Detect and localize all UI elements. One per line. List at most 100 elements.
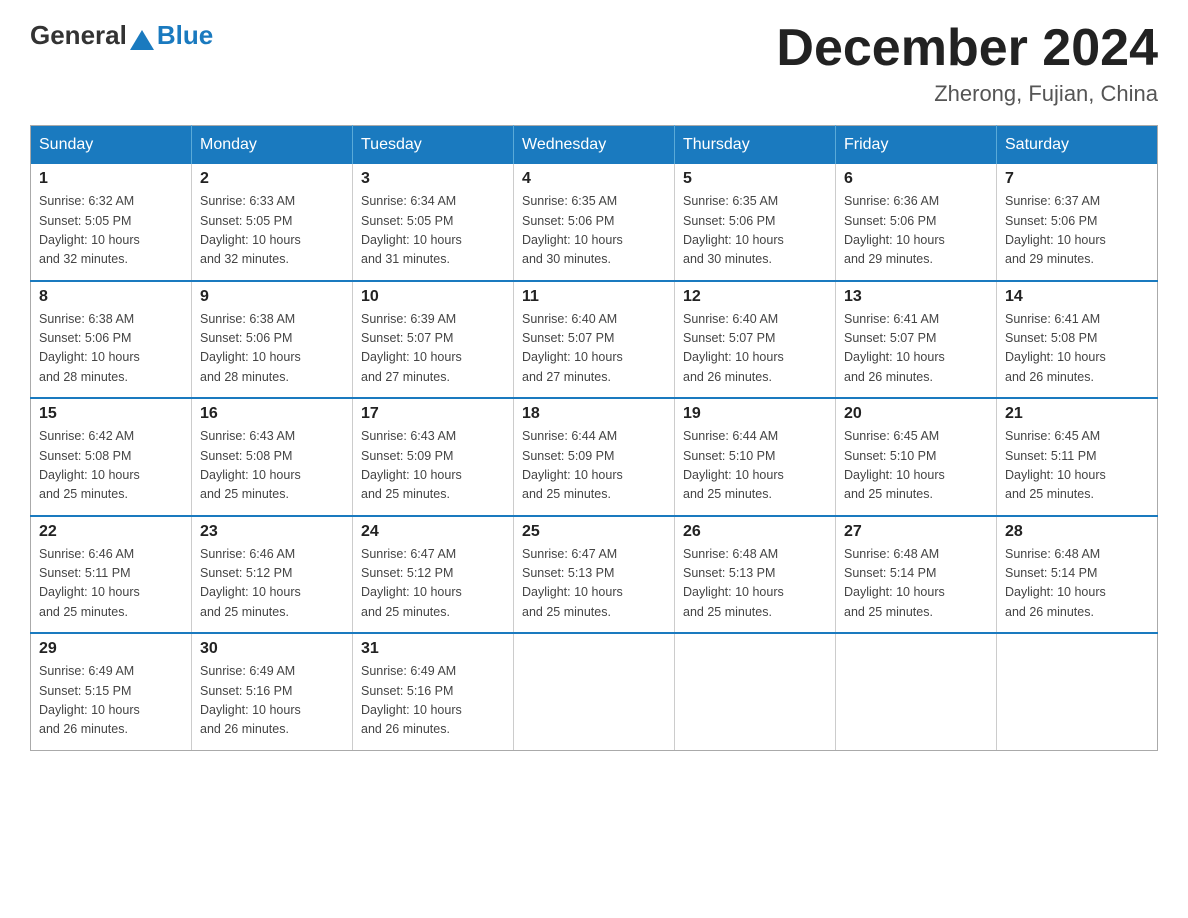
day-number: 19 bbox=[683, 405, 827, 423]
calendar-cell: 4Sunrise: 6:35 AM Sunset: 5:06 PM Daylig… bbox=[514, 164, 675, 281]
day-number: 14 bbox=[1005, 288, 1149, 306]
day-number: 17 bbox=[361, 405, 505, 423]
calendar-cell: 29 Sunrise: 6:49 AM Sunset: 5:15 PM Dayli… bbox=[31, 633, 192, 750]
day-info: Sunrise: 6:48 AM Sunset: 5:13 PM Dayligh… bbox=[683, 545, 827, 623]
logo-general: General bbox=[30, 20, 127, 51]
day-info: Sunrise: 6:33 AM Sunset: 5:05 PM Dayligh… bbox=[200, 192, 344, 270]
day-info: Sunrise: 6:32 AM Sunset: 5:05 PM Dayligh… bbox=[39, 192, 183, 270]
calendar-cell: 24Sunrise: 6:47 AM Sunset: 5:12 PM Dayli… bbox=[353, 516, 514, 634]
day-info: Sunrise: 6:41 AM Sunset: 5:07 PM Dayligh… bbox=[844, 310, 988, 388]
day-info: Sunrise: 6:45 AM Sunset: 5:11 PM Dayligh… bbox=[1005, 427, 1149, 505]
calendar-cell bbox=[675, 633, 836, 750]
calendar-cell: 3Sunrise: 6:34 AM Sunset: 5:05 PM Daylig… bbox=[353, 164, 514, 281]
calendar-cell: 6Sunrise: 6:36 AM Sunset: 5:06 PM Daylig… bbox=[836, 164, 997, 281]
calendar-week-row: 8 Sunrise: 6:38 AM Sunset: 5:06 PM Daylig… bbox=[31, 281, 1158, 399]
calendar-cell: 8 Sunrise: 6:38 AM Sunset: 5:06 PM Daylig… bbox=[31, 281, 192, 399]
day-info: Sunrise: 6:49 AM Sunset: 5:15 PM Dayligh… bbox=[39, 662, 183, 740]
day-number: 31 bbox=[361, 640, 505, 658]
day-info: Sunrise: 6:45 AM Sunset: 5:10 PM Dayligh… bbox=[844, 427, 988, 505]
calendar-cell: 1 Sunrise: 6:32 AM Sunset: 5:05 PM Daylig… bbox=[31, 164, 192, 281]
day-info: Sunrise: 6:48 AM Sunset: 5:14 PM Dayligh… bbox=[1005, 545, 1149, 623]
day-number: 3 bbox=[361, 170, 505, 188]
day-number: 12 bbox=[683, 288, 827, 306]
column-header-friday: Friday bbox=[836, 126, 997, 165]
day-info: Sunrise: 6:44 AM Sunset: 5:10 PM Dayligh… bbox=[683, 427, 827, 505]
calendar-cell: 25 Sunrise: 6:47 AM Sunset: 5:13 PM Dayli… bbox=[514, 516, 675, 634]
column-header-sunday: Sunday bbox=[31, 126, 192, 165]
day-number: 30 bbox=[200, 640, 344, 658]
calendar-week-row: 1 Sunrise: 6:32 AM Sunset: 5:05 PM Daylig… bbox=[31, 164, 1158, 281]
calendar-header-row: SundayMondayTuesdayWednesdayThursdayFrid… bbox=[31, 126, 1158, 165]
day-number: 4 bbox=[522, 170, 666, 188]
day-number: 11 bbox=[522, 288, 666, 306]
logo-triangle-icon bbox=[130, 30, 154, 50]
day-info: Sunrise: 6:47 AM Sunset: 5:13 PM Dayligh… bbox=[522, 545, 666, 623]
calendar-cell: 19 Sunrise: 6:44 AM Sunset: 5:10 PM Dayli… bbox=[675, 398, 836, 516]
column-header-saturday: Saturday bbox=[997, 126, 1158, 165]
calendar-cell: 21 Sunrise: 6:45 AM Sunset: 5:11 PM Dayli… bbox=[997, 398, 1158, 516]
day-number: 24 bbox=[361, 523, 505, 541]
day-info: Sunrise: 6:38 AM Sunset: 5:06 PM Dayligh… bbox=[39, 310, 183, 388]
calendar-cell bbox=[514, 633, 675, 750]
day-info: Sunrise: 6:49 AM Sunset: 5:16 PM Dayligh… bbox=[200, 662, 344, 740]
day-info: Sunrise: 6:35 AM Sunset: 5:06 PM Dayligh… bbox=[683, 192, 827, 270]
day-number: 28 bbox=[1005, 523, 1149, 541]
calendar-cell: 30 Sunrise: 6:49 AM Sunset: 5:16 PM Dayli… bbox=[192, 633, 353, 750]
calendar-week-row: 22Sunrise: 6:46 AM Sunset: 5:11 PM Dayli… bbox=[31, 516, 1158, 634]
day-info: Sunrise: 6:46 AM Sunset: 5:12 PM Dayligh… bbox=[200, 545, 344, 623]
month-title: December 2024 bbox=[776, 20, 1158, 77]
calendar-cell: 23 Sunrise: 6:46 AM Sunset: 5:12 PM Dayli… bbox=[192, 516, 353, 634]
calendar-cell: 5 Sunrise: 6:35 AM Sunset: 5:06 PM Daylig… bbox=[675, 164, 836, 281]
calendar-cell: 17Sunrise: 6:43 AM Sunset: 5:09 PM Dayli… bbox=[353, 398, 514, 516]
day-number: 5 bbox=[683, 170, 827, 188]
column-header-wednesday: Wednesday bbox=[514, 126, 675, 165]
calendar-cell: 10Sunrise: 6:39 AM Sunset: 5:07 PM Dayli… bbox=[353, 281, 514, 399]
calendar-cell: 7 Sunrise: 6:37 AM Sunset: 5:06 PM Daylig… bbox=[997, 164, 1158, 281]
day-number: 2 bbox=[200, 170, 344, 188]
day-number: 7 bbox=[1005, 170, 1149, 188]
calendar-cell: 28 Sunrise: 6:48 AM Sunset: 5:14 PM Dayli… bbox=[997, 516, 1158, 634]
day-info: Sunrise: 6:40 AM Sunset: 5:07 PM Dayligh… bbox=[683, 310, 827, 388]
logo: General Blue bbox=[30, 20, 213, 51]
day-number: 6 bbox=[844, 170, 988, 188]
day-number: 25 bbox=[522, 523, 666, 541]
day-number: 15 bbox=[39, 405, 183, 423]
day-number: 26 bbox=[683, 523, 827, 541]
calendar-cell: 15 Sunrise: 6:42 AM Sunset: 5:08 PM Dayli… bbox=[31, 398, 192, 516]
page-header: General Blue December 2024 Zherong, Fuji… bbox=[30, 20, 1158, 107]
calendar-cell: 2 Sunrise: 6:33 AM Sunset: 5:05 PM Daylig… bbox=[192, 164, 353, 281]
day-info: Sunrise: 6:42 AM Sunset: 5:08 PM Dayligh… bbox=[39, 427, 183, 505]
day-number: 23 bbox=[200, 523, 344, 541]
day-number: 16 bbox=[200, 405, 344, 423]
day-info: Sunrise: 6:39 AM Sunset: 5:07 PM Dayligh… bbox=[361, 310, 505, 388]
day-info: Sunrise: 6:46 AM Sunset: 5:11 PM Dayligh… bbox=[39, 545, 183, 623]
day-number: 1 bbox=[39, 170, 183, 188]
calendar-week-row: 15 Sunrise: 6:42 AM Sunset: 5:08 PM Dayli… bbox=[31, 398, 1158, 516]
calendar-cell: 9Sunrise: 6:38 AM Sunset: 5:06 PM Daylig… bbox=[192, 281, 353, 399]
day-number: 21 bbox=[1005, 405, 1149, 423]
calendar-cell: 18Sunrise: 6:44 AM Sunset: 5:09 PM Dayli… bbox=[514, 398, 675, 516]
calendar-cell: 13 Sunrise: 6:41 AM Sunset: 5:07 PM Dayli… bbox=[836, 281, 997, 399]
calendar-cell bbox=[997, 633, 1158, 750]
day-number: 9 bbox=[200, 288, 344, 306]
calendar-cell: 11 Sunrise: 6:40 AM Sunset: 5:07 PM Dayli… bbox=[514, 281, 675, 399]
calendar-week-row: 29 Sunrise: 6:49 AM Sunset: 5:15 PM Dayli… bbox=[31, 633, 1158, 750]
calendar-table: SundayMondayTuesdayWednesdayThursdayFrid… bbox=[30, 125, 1158, 751]
calendar-cell bbox=[836, 633, 997, 750]
day-info: Sunrise: 6:40 AM Sunset: 5:07 PM Dayligh… bbox=[522, 310, 666, 388]
day-info: Sunrise: 6:48 AM Sunset: 5:14 PM Dayligh… bbox=[844, 545, 988, 623]
column-header-monday: Monday bbox=[192, 126, 353, 165]
calendar-cell: 12 Sunrise: 6:40 AM Sunset: 5:07 PM Dayli… bbox=[675, 281, 836, 399]
logo-blue: Blue bbox=[157, 20, 213, 51]
day-info: Sunrise: 6:49 AM Sunset: 5:16 PM Dayligh… bbox=[361, 662, 505, 740]
calendar-cell: 16 Sunrise: 6:43 AM Sunset: 5:08 PM Dayli… bbox=[192, 398, 353, 516]
day-info: Sunrise: 6:37 AM Sunset: 5:06 PM Dayligh… bbox=[1005, 192, 1149, 270]
day-info: Sunrise: 6:43 AM Sunset: 5:08 PM Dayligh… bbox=[200, 427, 344, 505]
day-number: 18 bbox=[522, 405, 666, 423]
day-number: 29 bbox=[39, 640, 183, 658]
calendar-cell: 26 Sunrise: 6:48 AM Sunset: 5:13 PM Dayli… bbox=[675, 516, 836, 634]
calendar-cell: 27Sunrise: 6:48 AM Sunset: 5:14 PM Dayli… bbox=[836, 516, 997, 634]
day-number: 20 bbox=[844, 405, 988, 423]
day-number: 13 bbox=[844, 288, 988, 306]
day-number: 8 bbox=[39, 288, 183, 306]
